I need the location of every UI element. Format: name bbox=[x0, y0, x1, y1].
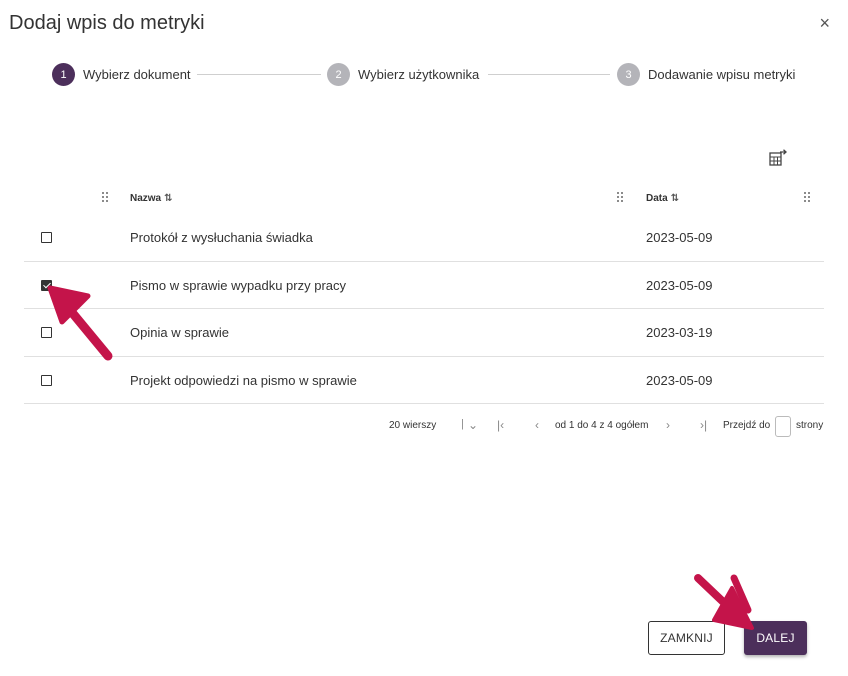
close-icon[interactable]: × bbox=[819, 12, 830, 34]
document-date: 2023-05-09 bbox=[646, 230, 713, 245]
dialog-title: Dodaj wpis do metryki bbox=[9, 12, 205, 34]
step-2-label: Wybierz użytkownika bbox=[358, 67, 480, 82]
sort-icon[interactable]: ⇅ bbox=[164, 193, 172, 204]
annotation-arrow-icon bbox=[694, 574, 754, 630]
page-number-input[interactable] bbox=[775, 416, 791, 437]
first-page-icon[interactable]: |‹ bbox=[497, 418, 504, 432]
pages-label: strony bbox=[796, 420, 824, 431]
drag-handle-icon[interactable] bbox=[102, 192, 110, 206]
export-table-icon[interactable] bbox=[768, 148, 788, 168]
drag-handle-icon[interactable] bbox=[804, 192, 812, 206]
table-row[interactable]: Opinia w sprawie 2023-03-19 bbox=[24, 309, 824, 357]
table-row[interactable]: Projekt odpowiedzi na pismo w sprawie 20… bbox=[24, 357, 824, 404]
table-header: Nazwa ⇅ Data ⇅ bbox=[24, 186, 824, 214]
document-name: Projekt odpowiedzi na pismo w sprawie bbox=[130, 372, 357, 388]
stepper: 1 Wybierz dokument 2 Wybierz użytkownika… bbox=[52, 63, 812, 87]
add-metric-entry-dialog: Dodaj wpis do metryki × 1 Wybierz dokume… bbox=[0, 0, 848, 676]
column-name-label: Nazwa bbox=[130, 193, 162, 204]
document-date: 2023-05-09 bbox=[646, 372, 713, 388]
step-1-label: Wybierz dokument bbox=[83, 67, 191, 82]
document-name: Opinia w sprawie bbox=[130, 325, 229, 340]
row-checkbox[interactable] bbox=[41, 232, 52, 243]
next-page-icon[interactable]: › bbox=[666, 418, 670, 432]
column-header-date[interactable]: Data ⇅ bbox=[646, 193, 679, 204]
rows-per-page[interactable]: 20 wierszy bbox=[389, 420, 436, 431]
step-connector bbox=[488, 74, 610, 75]
document-name: Pismo w sprawie wypadku przy pracy bbox=[130, 277, 347, 293]
column-header-name[interactable]: Nazwa ⇅ bbox=[130, 193, 173, 204]
last-page-icon[interactable]: ›| bbox=[700, 418, 707, 432]
step-3-number: 3 bbox=[617, 63, 640, 86]
step-3-label: Dodawanie wpisu metryki bbox=[648, 67, 796, 82]
sort-icon[interactable]: ⇅ bbox=[671, 193, 679, 204]
divider: | bbox=[461, 418, 464, 430]
step-1: 1 Wybierz dokument bbox=[52, 63, 191, 86]
document-name: Protokół z wysłuchania świadka bbox=[130, 230, 313, 245]
row-checkbox[interactable] bbox=[41, 374, 52, 386]
goto-label: Przejdź do bbox=[723, 420, 771, 431]
previous-page-icon[interactable]: ‹ bbox=[535, 418, 539, 432]
step-2: 2 Wybierz użytkownika bbox=[327, 63, 479, 86]
drag-handle-icon[interactable] bbox=[617, 192, 625, 206]
step-2-number: 2 bbox=[327, 63, 350, 86]
column-date-label: Data bbox=[646, 193, 668, 204]
step-3: 3 Dodawanie wpisu metryki bbox=[617, 63, 795, 86]
table-row[interactable]: Pismo w sprawie wypadku przy pracy 2023-… bbox=[24, 262, 824, 309]
pagination: 20 wierszy | ⌄ |‹ ‹ od 1 do 4 z 4 ogółem… bbox=[389, 416, 829, 438]
table-row[interactable]: Protokół z wysłuchania świadka 2023-05-0… bbox=[24, 214, 824, 262]
documents-table: Nazwa ⇅ Data ⇅ Protokół z wysłuchania św… bbox=[24, 186, 824, 404]
annotation-arrow-icon bbox=[47, 285, 113, 361]
step-1-number: 1 bbox=[52, 63, 75, 86]
document-date: 2023-03-19 bbox=[646, 325, 713, 340]
page-range: od 1 do 4 z 4 ogółem bbox=[555, 420, 649, 431]
step-connector bbox=[197, 74, 321, 75]
document-date: 2023-05-09 bbox=[646, 277, 713, 293]
chevron-down-icon[interactable]: ⌄ bbox=[468, 418, 478, 432]
